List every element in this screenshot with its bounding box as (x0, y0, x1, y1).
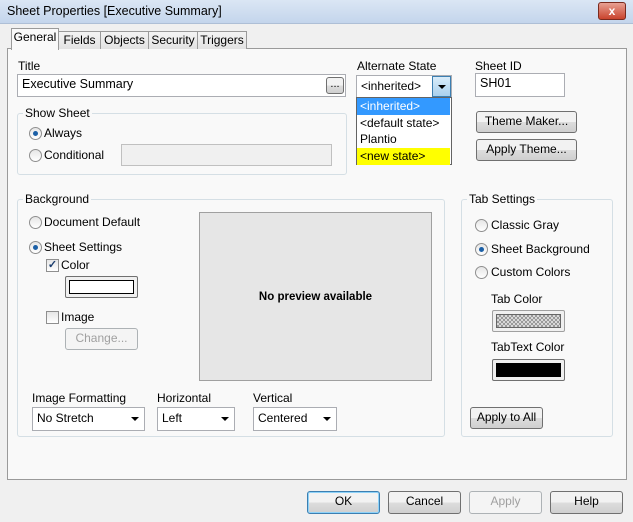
sheet-settings-radio[interactable] (29, 241, 42, 254)
custom-colors-radio[interactable] (475, 266, 488, 279)
sheet-id-label: Sheet ID (475, 59, 522, 73)
sheet-settings-label: Sheet Settings (44, 240, 123, 254)
image-formatting-value: No Stretch (37, 411, 94, 425)
option-new-state[interactable]: <new state> (357, 148, 450, 165)
classic-gray-label: Classic Gray (491, 218, 560, 232)
cancel-button[interactable]: Cancel (388, 491, 461, 514)
chevron-down-icon (131, 417, 139, 421)
conditional-radio[interactable] (29, 149, 42, 162)
title-expression-button[interactable]: ... (326, 77, 344, 94)
title-label: Title (18, 59, 41, 73)
option-plantio[interactable]: Plantio (357, 131, 450, 148)
alternate-state-value: <inherited> (361, 79, 422, 93)
image-label: Image (61, 310, 95, 324)
tabtext-color-button[interactable] (492, 359, 565, 381)
alternate-state-dropdown: <inherited> <default state> Plantio <new… (356, 97, 452, 165)
ok-button[interactable]: OK (307, 491, 380, 514)
tabtext-color-label: TabText Color (491, 340, 565, 354)
window-title: Sheet Properties [Executive Summary] (7, 4, 222, 18)
tab-triggers[interactable]: Triggers (197, 31, 247, 49)
apply-theme-button[interactable]: Apply Theme... (476, 139, 577, 161)
tab-color-label: Tab Color (491, 292, 543, 306)
vertical-value: Centered (258, 411, 308, 425)
change-image-button[interactable]: Change... (65, 328, 138, 350)
sheet-id-input[interactable]: SH01 (475, 73, 565, 97)
preview-text: No preview available (258, 290, 373, 303)
always-radio[interactable] (29, 127, 42, 140)
document-default-label: Document Default (44, 215, 141, 229)
image-formatting-label: Image Formatting (32, 391, 127, 405)
dropdown-button[interactable] (432, 76, 451, 97)
option-default-state[interactable]: <default state> (357, 115, 450, 132)
chevron-down-icon (323, 417, 331, 421)
conditional-label: Conditional (44, 148, 105, 162)
apply-to-all-button[interactable]: Apply to All (470, 407, 543, 429)
horizontal-label: Horizontal (157, 391, 212, 405)
image-checkbox[interactable] (46, 311, 59, 324)
help-button[interactable]: Help (550, 491, 623, 514)
condition-input[interactable] (121, 144, 332, 166)
chevron-down-icon (221, 417, 229, 421)
color-label: Color (61, 258, 90, 272)
vertical-label: Vertical (253, 391, 293, 405)
background-label: Background (23, 192, 92, 206)
document-default-radio[interactable] (29, 216, 42, 229)
show-sheet-label: Show Sheet (23, 106, 92, 120)
horizontal-value: Left (162, 411, 183, 425)
horizontal-select[interactable]: Left (157, 407, 235, 431)
sheet-background-label: Sheet Background (491, 242, 590, 256)
image-formatting-select[interactable]: No Stretch (32, 407, 145, 431)
alternate-state-label: Alternate State (357, 59, 437, 73)
custom-colors-label: Custom Colors (491, 265, 571, 279)
sheet-background-radio[interactable] (475, 243, 488, 256)
color-swatch-button[interactable] (65, 276, 138, 298)
chevron-down-icon (438, 85, 446, 89)
title-input[interactable]: Executive Summary (17, 74, 346, 97)
theme-maker-button[interactable]: Theme Maker... (476, 111, 577, 133)
option-inherited[interactable]: <inherited> (357, 98, 450, 115)
classic-gray-radio[interactable] (475, 219, 488, 232)
tab-general[interactable]: General (11, 28, 59, 50)
vertical-select[interactable]: Centered (253, 407, 337, 431)
always-label: Always (44, 126, 83, 140)
close-button[interactable]: x (598, 2, 626, 20)
tab-color-button[interactable] (492, 310, 565, 332)
apply-button[interactable]: Apply (469, 491, 542, 514)
tab-settings-label: Tab Settings (467, 192, 538, 206)
preview-area: No preview available (199, 212, 432, 381)
color-checkbox[interactable]: ✓ (46, 259, 59, 272)
tab-fields[interactable]: Fields (58, 31, 101, 49)
tab-objects[interactable]: Objects (100, 31, 149, 49)
tab-security[interactable]: Security (148, 31, 198, 49)
